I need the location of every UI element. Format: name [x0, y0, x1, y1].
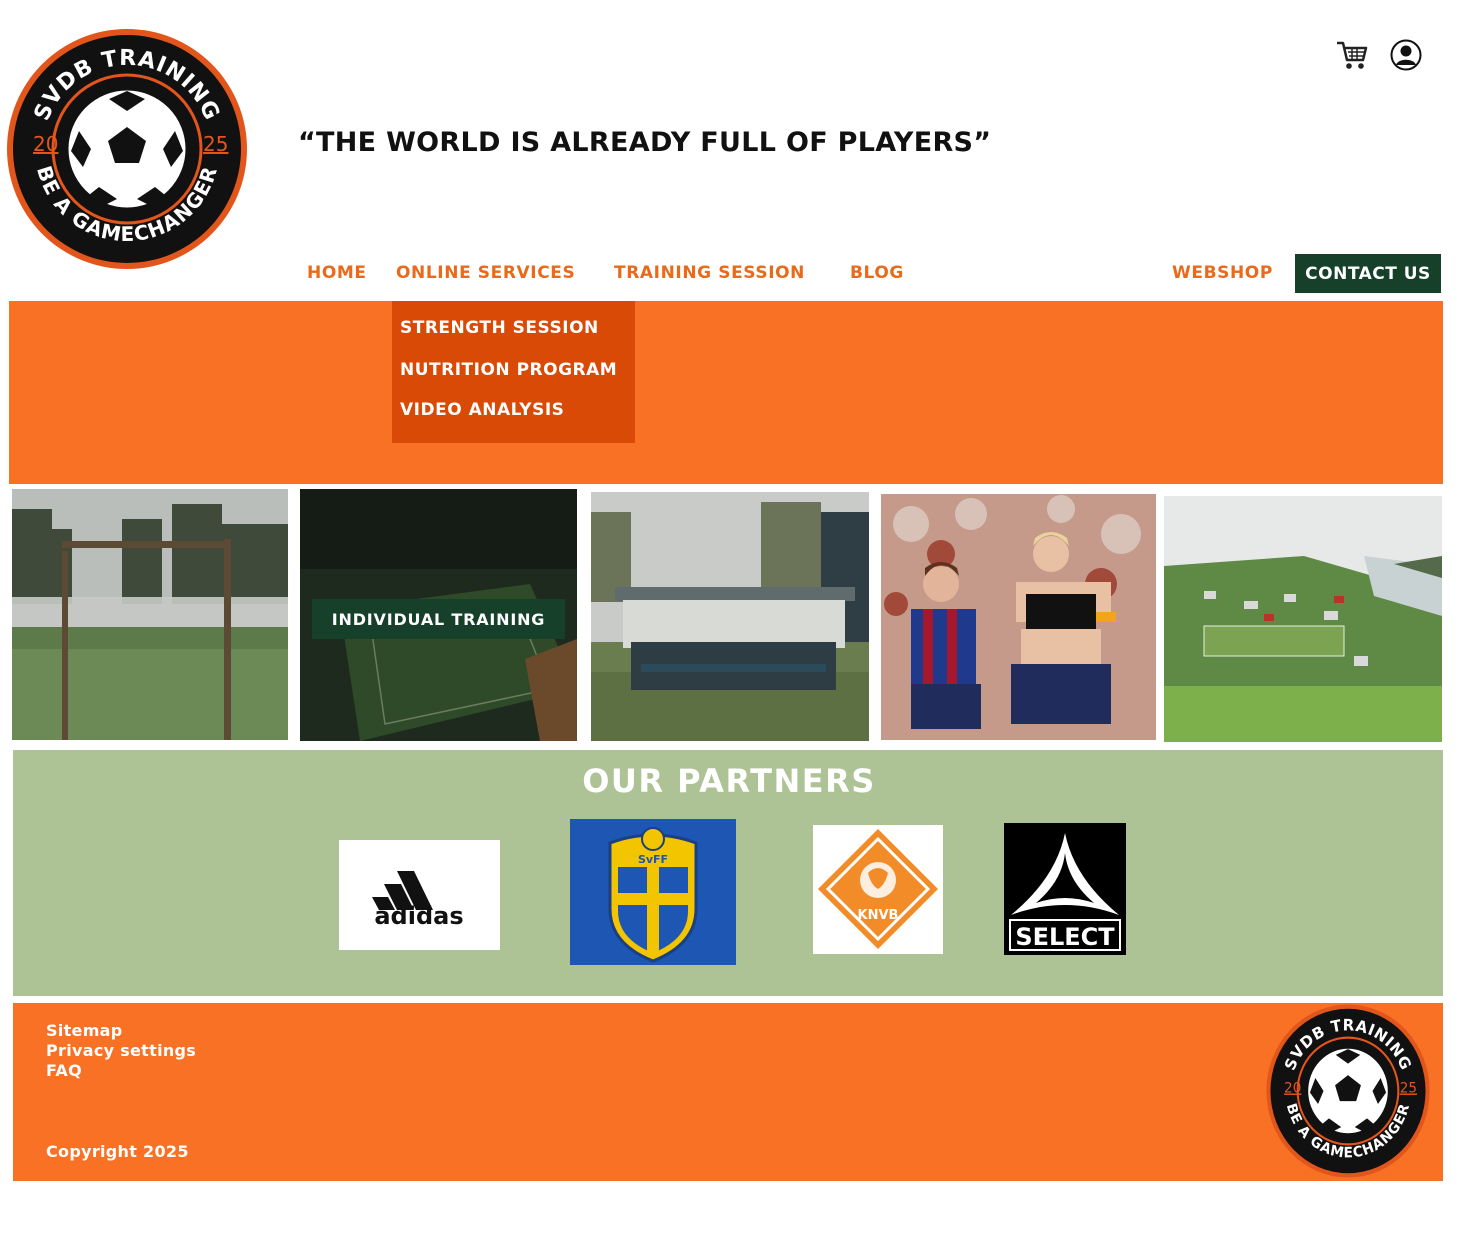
cart-icon[interactable] — [1334, 38, 1370, 72]
dropdown-item-strength-session[interactable]: STRENGTH SESSION — [400, 318, 599, 338]
footer-logo-year-right: 25 — [1400, 1080, 1417, 1096]
dropdown-item-nutrition-program[interactable]: NUTRITION PROGRAM — [400, 360, 617, 380]
partner-logo-select[interactable]: SELECT — [1004, 823, 1126, 955]
aerial-pitch-photo[interactable]: INDIVIDUAL TRAINING — [300, 489, 577, 741]
partner-logo-svff[interactable]: SvFF — [570, 819, 736, 965]
nav-blog[interactable]: BLOG — [850, 263, 904, 283]
hero-banner — [9, 301, 1443, 484]
partner-logo-adidas[interactable]: adidas — [339, 840, 500, 950]
header-icons — [1334, 38, 1424, 72]
village-pitch-photo[interactable] — [1164, 496, 1442, 742]
footer-brand-logo[interactable]: SVDB TRAINING BE A GAMECHANGER 20 25 — [1265, 1003, 1431, 1179]
nav-home[interactable]: HOME — [307, 263, 367, 283]
user-account-icon[interactable] — [1388, 38, 1424, 72]
nav-training-session[interactable]: TRAINING SESSION — [614, 263, 805, 283]
partner-logo-knvb[interactable]: KNVB — [813, 825, 943, 954]
logo-year-right: 25 — [203, 132, 228, 156]
partner-knvb-text: KNVB — [858, 908, 899, 923]
footer-link-privacy-settings[interactable]: Privacy settings — [46, 1041, 196, 1060]
footer — [13, 1003, 1443, 1181]
partner-adidas-text: adidas — [374, 902, 463, 930]
footer-link-faq[interactable]: FAQ — [46, 1061, 82, 1080]
nav-online-services[interactable]: ONLINE SERVICES — [396, 263, 575, 283]
logo-year-left: 20 — [33, 132, 58, 156]
misty-goalpost-photo[interactable] — [12, 489, 288, 740]
dropdown-item-video-analysis[interactable]: VIDEO ANALYSIS — [400, 400, 564, 420]
footer-link-sitemap[interactable]: Sitemap — [46, 1021, 123, 1040]
partner-select-text: SELECT — [1015, 923, 1115, 951]
contact-us-button[interactable]: CONTACT US — [1295, 254, 1441, 293]
partner-svff-text: SvFF — [638, 853, 668, 866]
dugout-photo[interactable] — [591, 492, 869, 741]
tagline: “THE WORLD IS ALREADY FULL OF PLAYERS” — [298, 127, 992, 158]
partners-title: OUR PARTNERS — [582, 762, 876, 800]
players-celebrating-photo[interactable] — [881, 494, 1156, 740]
copyright-text: Copyright 2025 — [46, 1142, 189, 1161]
nav-webshop[interactable]: WEBSHOP — [1172, 263, 1273, 283]
brand-logo[interactable]: SVDB TRAINING BE A GAMECHANGER 20 25 — [5, 27, 249, 271]
online-services-dropdown: STRENGTH SESSION NUTRITION PROGRAM VIDEO… — [392, 301, 635, 443]
individual-training-button[interactable]: INDIVIDUAL TRAINING — [312, 599, 565, 639]
footer-logo-year-left: 20 — [1284, 1080, 1301, 1096]
